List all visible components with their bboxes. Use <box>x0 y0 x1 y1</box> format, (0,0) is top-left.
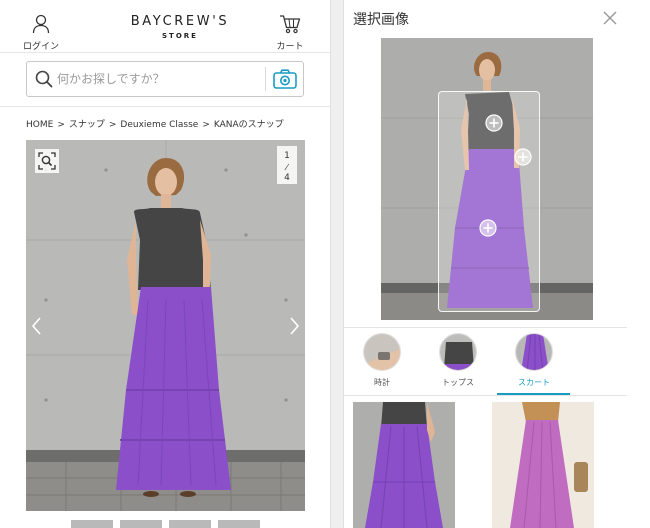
cart-button[interactable]: カート <box>268 14 312 52</box>
skirt-thumbnail <box>515 333 553 371</box>
thumbnail[interactable] <box>71 520 113 528</box>
tab-label: 時計 <box>374 378 390 387</box>
breadcrumb-separator: > <box>108 120 117 130</box>
brand-logo[interactable]: BAYCREW'S STORE <box>100 14 260 40</box>
cart-label: カート <box>276 42 304 52</box>
thumbnail[interactable] <box>218 520 260 528</box>
plus-icon[interactable] <box>514 148 532 166</box>
selected-image[interactable] <box>381 38 593 320</box>
brand-line2: STORE <box>162 32 198 40</box>
breadcrumb-brand[interactable]: Deuxieme Classe <box>120 120 198 130</box>
cart-icon <box>280 15 301 34</box>
tabs-top-divider <box>344 327 627 328</box>
thumbnail[interactable] <box>169 520 211 528</box>
result-item[interactable] <box>353 402 455 528</box>
plus-icon[interactable] <box>485 114 503 132</box>
login-button[interactable]: ログイン <box>19 14 63 52</box>
tops-thumbnail <box>439 333 477 371</box>
thumbnail[interactable] <box>120 520 162 528</box>
breadcrumb-home[interactable]: HOME <box>26 120 53 130</box>
panel-title: 選択画像 <box>353 12 409 28</box>
image-search-icon <box>38 152 56 170</box>
page-indicator: 1 — 4 <box>277 146 297 184</box>
tab-skirt[interactable]: スカート <box>504 333 564 388</box>
breadcrumb-current: KANAのスナップ <box>213 120 284 130</box>
breadcrumb: HOME > スナップ > Deuxieme Classe > KANAのスナップ <box>26 117 284 130</box>
tab-tops[interactable]: トップス <box>428 333 488 388</box>
section-divider <box>0 106 330 107</box>
breadcrumb-snap[interactable]: スナップ <box>69 120 105 130</box>
page-slash: — <box>280 160 293 173</box>
result-image <box>492 402 594 528</box>
search-input[interactable] <box>57 68 257 90</box>
chevron-right-icon[interactable] <box>286 314 302 338</box>
search-bar <box>26 61 304 97</box>
snap-photo[interactable]: 1 — 4 <box>26 140 305 511</box>
login-label: ログイン <box>22 42 59 52</box>
tab-watch[interactable]: 時計 <box>352 333 412 388</box>
zoom-button[interactable] <box>35 149 59 173</box>
search-icon[interactable] <box>35 70 53 88</box>
image-selection-panel: 選択画像 時計 トップス スカート <box>344 0 650 528</box>
chevron-left-icon[interactable] <box>29 314 45 338</box>
brand-line1: BAYCREW'S <box>130 14 230 29</box>
breadcrumb-separator: > <box>202 120 210 130</box>
camera-search-icon[interactable] <box>273 69 297 89</box>
result-image <box>353 402 455 528</box>
watch-thumbnail <box>363 333 401 371</box>
tab-label: スカート <box>518 378 550 387</box>
screen-divider <box>330 0 344 528</box>
breadcrumb-separator: > <box>57 120 65 130</box>
result-item[interactable] <box>492 402 594 528</box>
search-separator <box>265 67 266 91</box>
close-icon[interactable] <box>602 10 618 26</box>
snap-photo-image <box>26 140 305 511</box>
product-page: ログイン BAYCREW'S STORE カート HOME>ス <box>0 0 330 528</box>
header-divider <box>0 52 330 53</box>
tabs-bottom-divider <box>344 395 627 396</box>
user-icon <box>32 14 50 34</box>
tab-label: トップス <box>442 378 474 387</box>
plus-icon[interactable] <box>479 219 497 237</box>
